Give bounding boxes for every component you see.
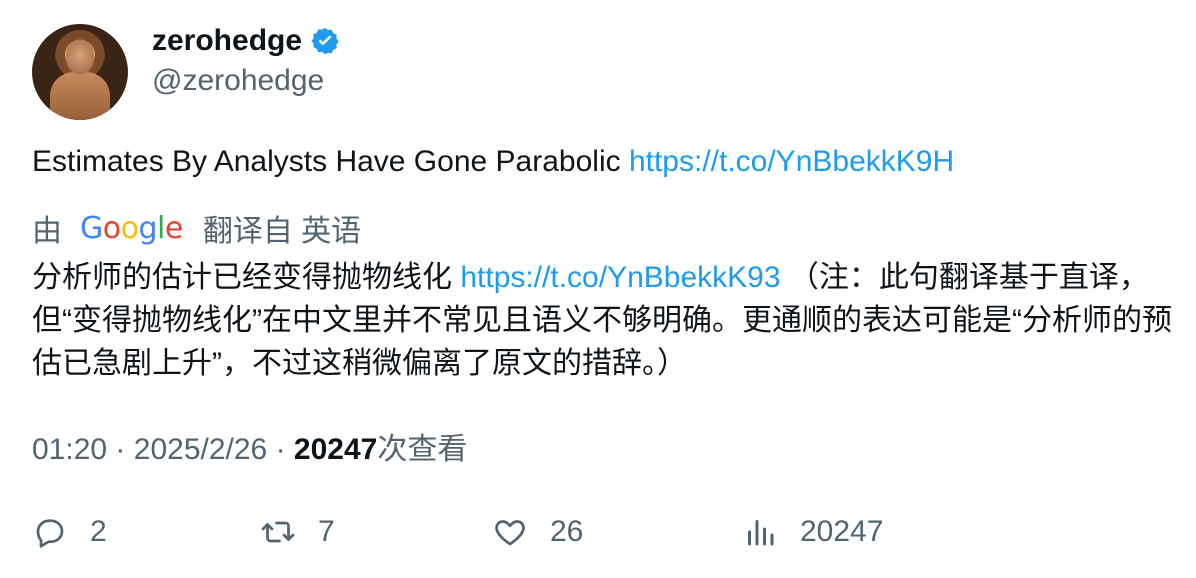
tweet-header: zerohedge @zerohedge <box>32 22 932 122</box>
views-action-count: 20247 <box>800 515 884 548</box>
tweet-date[interactable]: 2025/2/26 <box>134 433 267 466</box>
tweet-text: Estimates By Analysts Have Gone Paraboli… <box>32 142 954 182</box>
meta-separator: · <box>275 433 286 466</box>
display-name[interactable]: zerohedge <box>152 24 302 58</box>
display-name-row[interactable]: zerohedge <box>152 24 340 58</box>
views-label: 次查看 <box>377 433 468 466</box>
action-bar: 2 7 26 20247 <box>32 510 1172 554</box>
heart-icon <box>495 520 525 546</box>
user-handle[interactable]: @zerohedge <box>152 64 324 98</box>
translated-text: 分析师的估计已经变得抛物线化 https://t.co/YnBbekkK93 （… <box>32 256 1172 385</box>
tweet-meta: 01:20 · 2025/2/26 · 20247次查看 <box>32 424 468 466</box>
meta-separator: · <box>115 433 126 466</box>
translation-suffix: 翻译自 英语 <box>202 215 362 248</box>
translation-prefix: 由 <box>32 215 62 248</box>
like-count: 26 <box>550 515 584 548</box>
reply-button[interactable]: 2 <box>32 510 107 554</box>
avatar-figure <box>50 72 110 120</box>
reply-icon <box>36 519 64 548</box>
bar-chart-icon <box>748 520 774 546</box>
tweet-body: Estimates By Analysts Have Gone Paraboli… <box>32 145 621 178</box>
reply-count: 2 <box>90 515 107 548</box>
translation-body: 分析师的估计已经变得抛物线化 <box>32 261 452 294</box>
tweet-link[interactable]: https://t.co/YnBbekkK9H <box>629 145 954 178</box>
retweet-count: 7 <box>318 515 335 548</box>
retweet-icon <box>261 521 295 543</box>
translation-attribution: 由 Google 翻译自 英语 <box>32 208 362 249</box>
retweet-button[interactable]: 7 <box>260 510 335 554</box>
views-count: 20247 <box>293 433 378 466</box>
verified-badge-icon <box>311 27 339 55</box>
avatar-head <box>66 40 94 74</box>
translation-link[interactable]: https://t.co/YnBbekkK93 <box>460 261 780 294</box>
like-button[interactable]: 26 <box>492 510 583 554</box>
tweet-time[interactable]: 01:20 <box>32 433 107 466</box>
google-logo: Google <box>80 210 183 246</box>
views-button[interactable]: 20247 <box>742 510 883 554</box>
avatar[interactable] <box>32 24 128 120</box>
